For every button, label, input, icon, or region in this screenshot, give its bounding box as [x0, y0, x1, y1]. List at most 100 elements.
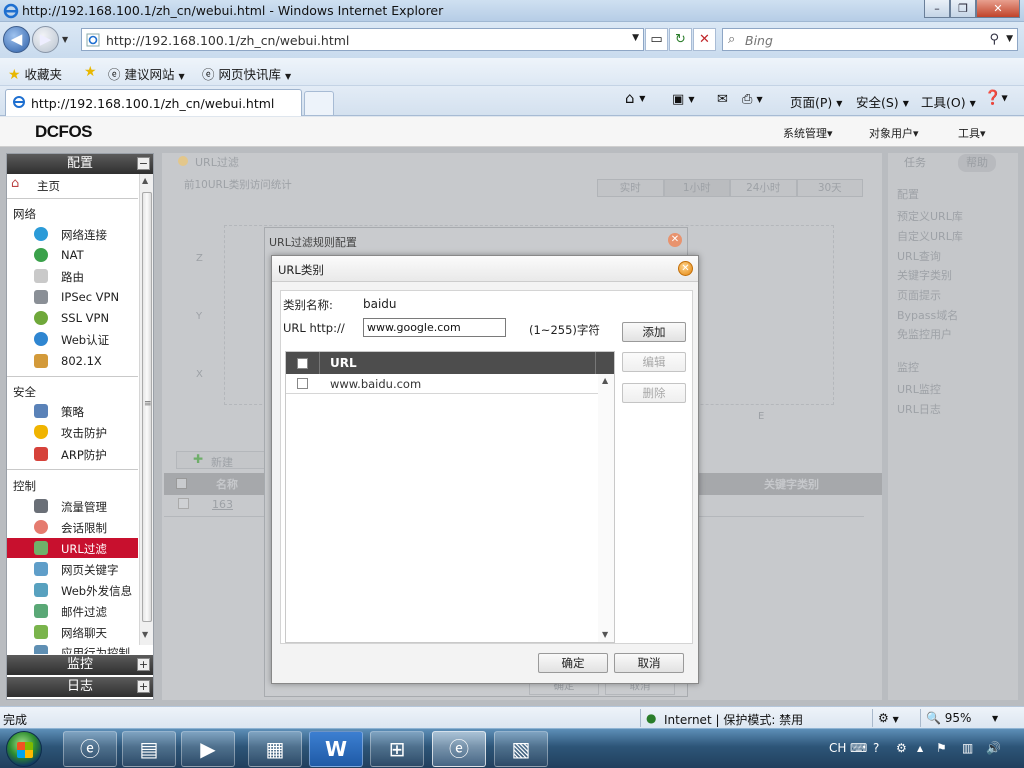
- sidebar-item-route[interactable]: 路由: [7, 266, 138, 286]
- rule-dialog-close-icon[interactable]: ✕: [668, 233, 682, 247]
- scroll-down-icon[interactable]: ▼: [602, 630, 608, 639]
- sidebar-item-ipsec-vpn[interactable]: IPSec VPN: [7, 287, 138, 307]
- sidebar-header-log[interactable]: 日志 +: [7, 677, 153, 697]
- rp-link-url-monitor[interactable]: URL监控: [897, 381, 941, 397]
- rp-link-custom-url[interactable]: 自定义URL库: [897, 228, 963, 244]
- back-button[interactable]: ◀: [3, 26, 30, 53]
- favorites-button[interactable]: ★ 收藏夹: [8, 64, 62, 83]
- sidebar-item-mail-filter[interactable]: 邮件过滤: [7, 601, 138, 621]
- url-input[interactable]: [106, 32, 626, 48]
- sidebar-item-arp-defense[interactable]: ARP防护: [7, 444, 138, 464]
- sidebar-item-session-limit[interactable]: 会话限制: [7, 517, 138, 537]
- taskbar-explorer-icon[interactable]: ▤: [122, 731, 176, 767]
- tray-settings-icon[interactable]: ⚙: [896, 741, 907, 755]
- print-icon[interactable]: ⎙ ▼: [742, 92, 763, 107]
- scroll-up-icon[interactable]: ▲: [602, 376, 608, 385]
- maximize-button[interactable]: ❐: [950, 0, 976, 18]
- tray-volume-icon[interactable]: 🔊: [986, 741, 1001, 755]
- url-dropdown-icon[interactable]: ▼: [632, 33, 639, 43]
- delete-button[interactable]: 删除: [622, 383, 686, 403]
- url-input-field[interactable]: [363, 318, 506, 337]
- url-grid-scrollbar[interactable]: ▲ ▼: [598, 374, 614, 642]
- bg-row-checkbox[interactable]: [178, 498, 189, 509]
- scroll-down-icon[interactable]: ▼: [142, 630, 148, 639]
- taskbar-ie-icon[interactable]: ⓔ: [63, 731, 117, 767]
- time-30d-button[interactable]: 30天: [796, 179, 863, 197]
- new-tab-button[interactable]: [304, 91, 334, 115]
- sidebar-item-web-keyword[interactable]: 网页关键字: [7, 559, 138, 579]
- start-button[interactable]: [6, 731, 42, 767]
- home-icon[interactable]: ⌂ ▼: [625, 89, 645, 107]
- close-icon[interactable]: ✕: [678, 261, 693, 276]
- tray-flag-icon[interactable]: ⚑: [936, 741, 947, 755]
- sidebar-scrollbar[interactable]: ▲ ≡ ▼: [139, 174, 153, 645]
- mail-icon[interactable]: ✉: [717, 92, 728, 107]
- tab-webui[interactable]: http://192.168.100.1/zh_cn/webui.html: [5, 89, 302, 116]
- collapse-icon[interactable]: −: [137, 157, 150, 170]
- sidebar-item-attack-defense[interactable]: 攻击防护: [7, 422, 138, 442]
- sidebar-header-config[interactable]: 配置 −: [7, 154, 153, 174]
- zoom-dropdown-icon[interactable]: ▼: [992, 714, 998, 723]
- rp-link-url-query[interactable]: URL查询: [897, 248, 941, 264]
- taskbar-network-icon[interactable]: ⊞: [370, 731, 424, 767]
- bg-select-all-checkbox[interactable]: [176, 478, 187, 489]
- time-realtime-button[interactable]: 实时: [597, 179, 664, 197]
- suggested-sites-link[interactable]: ⓔ 建议网站 ▼: [108, 64, 185, 83]
- search-box[interactable]: ⌕ ⚲ ▼: [722, 28, 1018, 51]
- taskbar-app-icon[interactable]: ▦: [248, 731, 302, 767]
- sidebar-item-url-filter[interactable]: URL过滤: [7, 538, 138, 558]
- feeds-icon[interactable]: ▣ ▼: [672, 92, 695, 107]
- compatibility-view-icon[interactable]: ▭: [645, 28, 668, 51]
- add-button[interactable]: 添加: [622, 322, 686, 342]
- web-slice-gallery-link[interactable]: ⓔ 网页快讯库 ▼: [202, 64, 291, 83]
- sidebar-item-chat[interactable]: 网络聊天: [7, 622, 138, 642]
- close-button[interactable]: ✕: [976, 0, 1020, 18]
- keyboard-icon[interactable]: ⌨: [850, 741, 867, 755]
- help-icon[interactable]: ❓▼: [984, 90, 1008, 106]
- rp-link-exempt-users[interactable]: 免监控用户: [897, 326, 952, 342]
- ime-indicator[interactable]: CH: [829, 741, 846, 755]
- scroll-up-icon[interactable]: ▲: [142, 176, 148, 185]
- search-input[interactable]: [745, 32, 985, 48]
- protected-mode-icon[interactable]: ⚙ ▼: [878, 711, 899, 725]
- zoom-control[interactable]: 🔍 95%: [926, 711, 971, 725]
- tools-menu[interactable]: 工具(O) ▼: [921, 92, 976, 111]
- security-zone[interactable]: Internet | 保护模式: 禁用: [664, 711, 803, 728]
- expand-icon[interactable]: +: [137, 680, 150, 693]
- search-icon[interactable]: ⚲: [989, 32, 999, 47]
- rp-link-keyword-category[interactable]: 关键字类别: [897, 267, 952, 283]
- new-button[interactable]: ✚ 新建: [176, 451, 266, 469]
- menu-objects[interactable]: 对象用户▾: [869, 125, 919, 141]
- search-dropdown-icon[interactable]: ▼: [1006, 34, 1013, 44]
- row-checkbox[interactable]: [297, 378, 308, 389]
- expand-icon[interactable]: +: [137, 658, 150, 671]
- rp-link-page-prompt[interactable]: 页面提示: [897, 287, 941, 303]
- sidebar-item-nat[interactable]: NAT: [7, 245, 138, 265]
- minimize-button[interactable]: –: [924, 0, 950, 18]
- sidebar-item-traffic-management[interactable]: 流量管理: [7, 496, 138, 516]
- refresh-icon[interactable]: ↻: [669, 28, 692, 51]
- forward-button[interactable]: ▶: [32, 26, 59, 53]
- stop-icon[interactable]: ✕: [693, 28, 716, 51]
- rp-link-bypass-domain[interactable]: Bypass域名: [897, 307, 958, 323]
- safety-menu[interactable]: 安全(S) ▼: [856, 92, 909, 111]
- sidebar-item-network-connection[interactable]: 网络连接: [7, 224, 138, 244]
- rp-link-url-log[interactable]: URL日志: [897, 401, 941, 417]
- tray-expand-icon[interactable]: ▲: [917, 744, 923, 753]
- sidebar-item-policy[interactable]: 策略: [7, 401, 138, 421]
- taskbar-document-icon[interactable]: ▧: [494, 731, 548, 767]
- history-dropdown-icon[interactable]: ▼: [62, 35, 68, 44]
- rp-link-predefined-url[interactable]: 预定义URL库: [897, 208, 963, 224]
- cancel-button[interactable]: 取消: [614, 653, 684, 673]
- page-menu[interactable]: 页面(P) ▼: [790, 92, 842, 111]
- tab-tasks[interactable]: 任务: [904, 154, 926, 172]
- sidebar-item-8021x[interactable]: 802.1X: [7, 351, 138, 371]
- time-1h-button[interactable]: 1小时: [663, 179, 730, 197]
- sidebar-item-ssl-vpn[interactable]: SSL VPN: [7, 308, 138, 328]
- taskbar-ie-active-icon[interactable]: ⓔ: [432, 731, 486, 767]
- sidebar-item-home[interactable]: ⌂ 主页: [7, 175, 138, 195]
- sidebar-item-web-auth[interactable]: Web认证: [7, 329, 138, 349]
- taskbar-media-player-icon[interactable]: ▶: [181, 731, 235, 767]
- menu-tools[interactable]: 工具▾: [958, 125, 986, 141]
- sidebar-item-web-outgoing[interactable]: Web外发信息: [7, 580, 138, 600]
